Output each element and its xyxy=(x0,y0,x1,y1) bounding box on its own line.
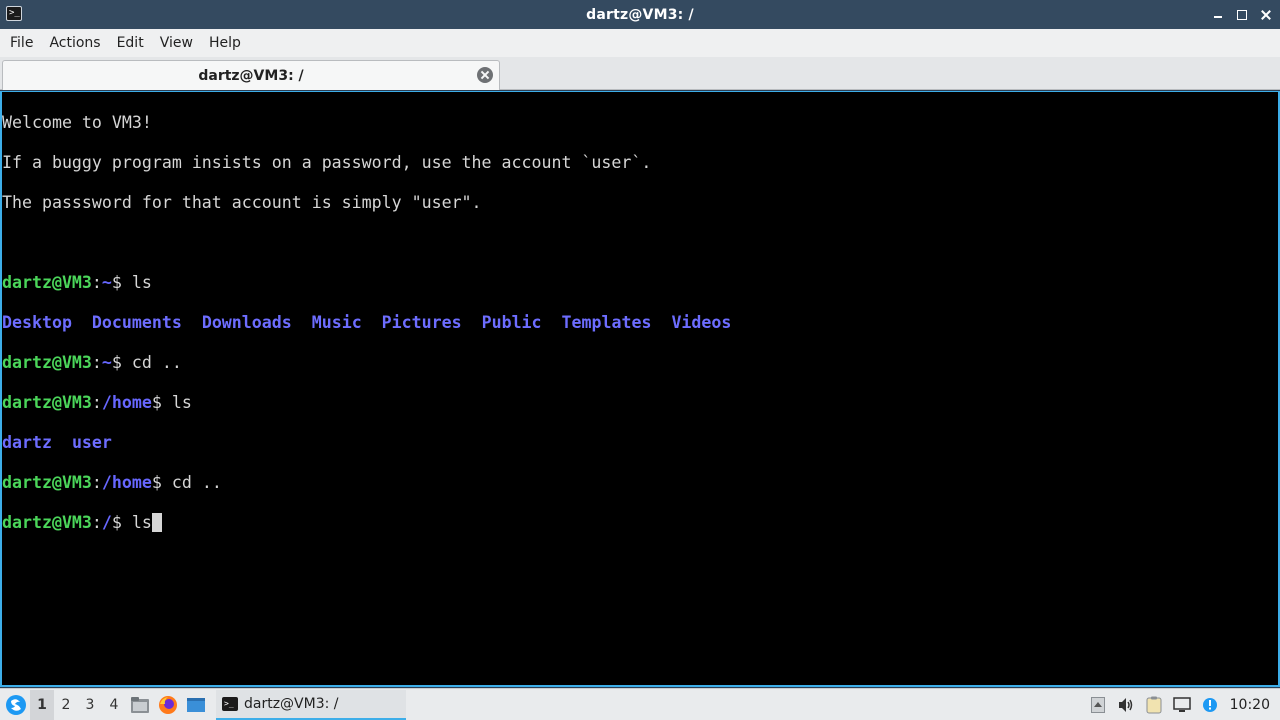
tab-terminal[interactable]: dartz@VM3: / xyxy=(2,60,500,90)
current-command-line: dartz@VM3:/$ ls xyxy=(2,513,1278,533)
notification-icon[interactable] xyxy=(1196,690,1224,720)
tab-bar: dartz@VM3: / xyxy=(0,57,1280,90)
tab-close-icon[interactable] xyxy=(477,67,493,83)
desktop-4[interactable]: 4 xyxy=(102,690,126,720)
dir-entry: user xyxy=(71,433,112,452)
dir-entry: Documents xyxy=(91,313,182,332)
command-text: ls xyxy=(131,273,152,292)
prompt-user: dartz@VM3 xyxy=(2,513,92,532)
taskbar-window-button[interactable]: >_ dartz@VM3: / xyxy=(216,689,406,720)
motd-line: The passsword for that account is simply… xyxy=(2,193,482,212)
dir-entry: Public xyxy=(481,313,542,332)
prompt-path: /home xyxy=(101,393,152,412)
clock[interactable]: 10:20 xyxy=(1224,697,1280,713)
desktop-2[interactable]: 2 xyxy=(54,690,78,720)
show-desktop-icon[interactable] xyxy=(182,690,210,720)
command-text: cd .. xyxy=(171,473,222,492)
ls-output-line: dartz user xyxy=(2,433,1278,453)
minimize-icon[interactable] xyxy=(1212,9,1224,21)
menu-file[interactable]: File xyxy=(2,29,41,57)
prompt-path: / xyxy=(101,513,112,532)
command-line: dartz@VM3:/home$ ls xyxy=(2,393,192,412)
file-manager-icon[interactable] xyxy=(126,690,154,720)
tray-arrow-icon[interactable] xyxy=(1084,690,1112,720)
close-icon[interactable] xyxy=(1260,9,1272,21)
dir-entry: Desktop xyxy=(2,313,72,332)
menu-help[interactable]: Help xyxy=(201,29,249,57)
window-controls xyxy=(1212,0,1272,29)
terminal-app-icon[interactable]: >_ xyxy=(6,6,22,21)
prompt-user: dartz@VM3 xyxy=(2,473,92,492)
dir-entry: Videos xyxy=(671,313,732,332)
command-text: ls xyxy=(131,513,152,532)
desktop-3[interactable]: 3 xyxy=(78,690,102,720)
prompt-path: ~ xyxy=(101,353,112,372)
ls-output-line: Desktop Documents Downloads Music Pictur… xyxy=(2,313,1278,333)
task-label: dartz@VM3: / xyxy=(244,695,339,712)
command-line: dartz@VM3:~$ cd .. xyxy=(2,353,182,372)
command-text: cd .. xyxy=(131,353,182,372)
network-icon[interactable] xyxy=(1168,690,1196,720)
desktop-1[interactable]: 1 xyxy=(30,689,54,720)
motd-line: If a buggy program insists on a password… xyxy=(2,153,652,172)
terminal-output[interactable]: Welcome to VM3! If a buggy program insis… xyxy=(0,91,1280,687)
clipboard-icon[interactable] xyxy=(1140,690,1168,720)
menu-actions[interactable]: Actions xyxy=(41,29,108,57)
text-cursor xyxy=(151,513,162,532)
maximize-icon[interactable] xyxy=(1236,9,1248,21)
window-title: dartz@VM3: / xyxy=(586,6,694,23)
command-line: dartz@VM3:/home$ cd .. xyxy=(2,473,222,492)
volume-icon[interactable] xyxy=(1112,690,1140,720)
prompt-path: ~ xyxy=(101,273,112,292)
dir-entry: Music xyxy=(311,313,362,332)
dir-entry: Downloads xyxy=(201,313,292,332)
system-tray: 10:20 xyxy=(1084,690,1280,720)
motd-line: Welcome to VM3! xyxy=(2,113,152,132)
terminal-task-icon: >_ xyxy=(222,696,238,711)
command-line: dartz@VM3:~$ ls xyxy=(2,273,152,292)
taskbar: 1 2 3 4 >_ dartz@VM3: / 10:20 xyxy=(0,688,1280,720)
window-titlebar[interactable]: >_ dartz@VM3: / xyxy=(0,0,1280,29)
prompt-path: /home xyxy=(101,473,152,492)
dir-entry: Templates xyxy=(561,313,652,332)
menu-bar: File Actions Edit View Help xyxy=(0,29,1280,57)
dir-entry: Pictures xyxy=(381,313,462,332)
command-text: ls xyxy=(171,393,192,412)
menu-edit[interactable]: Edit xyxy=(109,29,152,57)
prompt-user: dartz@VM3 xyxy=(2,353,92,372)
firefox-icon[interactable] xyxy=(154,690,182,720)
menu-view[interactable]: View xyxy=(152,29,201,57)
prompt-user: dartz@VM3 xyxy=(2,273,92,292)
start-menu-icon[interactable] xyxy=(2,691,30,719)
dir-entry: dartz xyxy=(2,433,52,452)
prompt-user: dartz@VM3 xyxy=(2,393,92,412)
tab-label: dartz@VM3: / xyxy=(198,67,304,84)
